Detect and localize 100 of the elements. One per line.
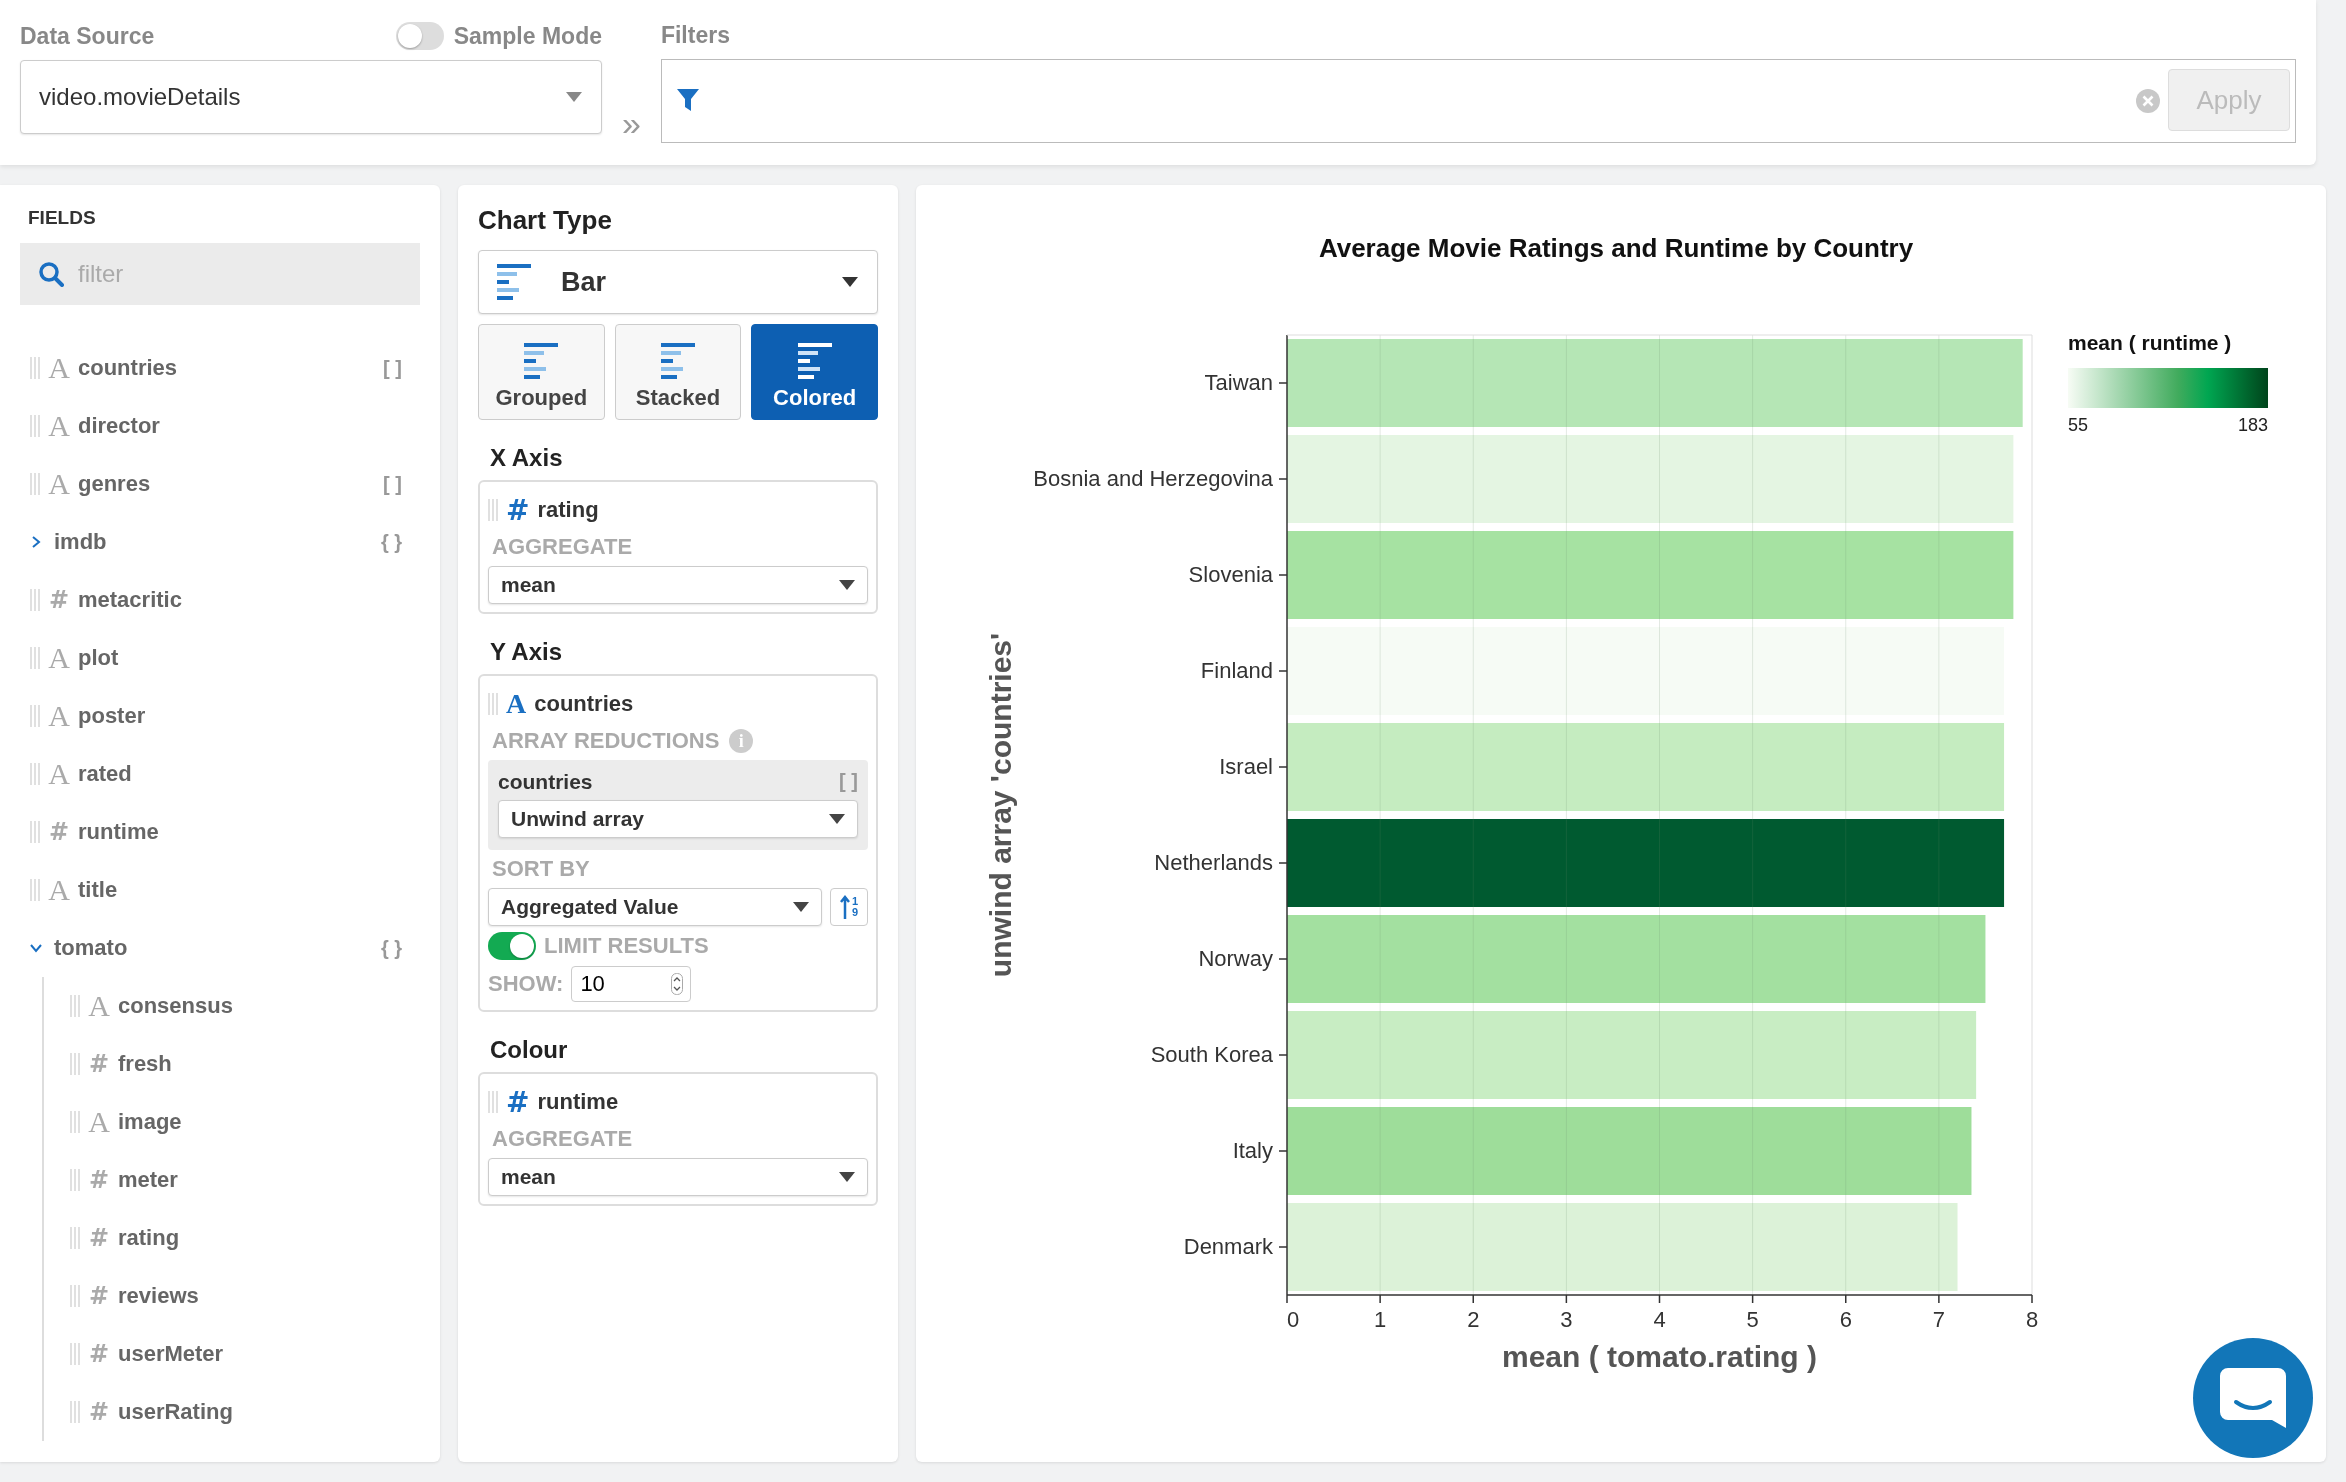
field-item[interactable]: # rating <box>44 1209 420 1267</box>
field-item[interactable]: # meter <box>44 1151 420 1209</box>
aggregate-label: AGGREGATE <box>491 534 634 560</box>
field-item[interactable]: A title <box>20 861 420 919</box>
chart-subtype-button[interactable]: Grouped <box>478 324 605 420</box>
field-item[interactable]: A consensus <box>44 977 420 1035</box>
legend-min: 55 <box>2068 415 2089 435</box>
spinner-icon[interactable] <box>671 973 684 995</box>
data-source-dropdown[interactable]: video.movieDetails <box>20 60 602 134</box>
x-tick-label: 4 <box>1653 1307 1666 1332</box>
fields-title: FIELDS <box>27 207 97 229</box>
grip-icon <box>488 1091 498 1113</box>
grip-icon <box>70 1053 80 1075</box>
y-tick-label: South Korea <box>1150 1042 1273 1067</box>
y-tick-label: Slovenia <box>1188 562 1273 587</box>
limit-results-toggle[interactable] <box>488 932 536 960</box>
field-item[interactable]: A rated <box>20 745 420 803</box>
grip-icon <box>30 705 40 727</box>
grip-icon <box>70 1343 80 1365</box>
search-field[interactable]: filter <box>20 243 420 305</box>
grip-icon <box>488 499 498 521</box>
grip-icon <box>30 763 40 785</box>
dropdown[interactable]: Unwind array <box>498 800 858 838</box>
sample-mode-label: Sample Mode <box>453 22 602 50</box>
grip-icon <box>30 879 40 901</box>
colour-card: # runtime AGGREGATE mean <box>478 1072 878 1206</box>
grip-icon <box>70 1111 80 1133</box>
grip-icon <box>30 821 40 843</box>
dropdown[interactable]: mean <box>488 1158 868 1196</box>
dropdown[interactable]: mean <box>488 566 868 604</box>
bar-chart-icon <box>497 264 531 300</box>
field-group[interactable]: imdb { } <box>20 513 420 571</box>
chart-subtype-button[interactable]: Stacked <box>614 324 742 420</box>
dropdown[interactable]: Aggregated Value <box>488 888 822 926</box>
caret-icon <box>841 277 859 287</box>
sort-by-label: SORT BY <box>491 856 591 882</box>
y-tick-label: Italy <box>1232 1138 1273 1163</box>
legend-title: mean ( runtime ) <box>2068 331 2232 354</box>
data-source-label: Data Source <box>20 22 156 50</box>
field-item[interactable]: # userMeter <box>44 1325 420 1383</box>
x-tick-label: 8 <box>2025 1307 2039 1332</box>
x-tick-label: 3 <box>1560 1307 1573 1332</box>
sort-order-button[interactable]: 1 9 <box>830 888 868 926</box>
y-tick-label: Netherlands <box>1154 850 1273 875</box>
field-item[interactable]: # userRating <box>44 1383 420 1441</box>
y-tick-label: Denmark <box>1183 1234 1273 1259</box>
field-item[interactable]: A image <box>44 1093 420 1151</box>
caret-icon <box>839 1172 855 1182</box>
chevron-icon[interactable] <box>30 535 42 549</box>
x-tick-label: 2 <box>1467 1307 1480 1332</box>
field-group[interactable]: tomato { } <box>20 919 420 977</box>
grip-icon <box>70 995 80 1017</box>
chevron-icon[interactable] <box>29 942 43 954</box>
colour-label: Colour <box>490 1036 569 1064</box>
grip-icon <box>30 647 40 669</box>
y-tick-label: Israel <box>1219 754 1273 779</box>
show-count-field[interactable]: 10 <box>571 966 692 1002</box>
y-tick-label: Taiwan <box>1204 370 1273 395</box>
caret-icon <box>829 814 845 824</box>
y-axis-label: Y Axis <box>490 638 564 666</box>
aggregate-label: AGGREGATE <box>491 1126 634 1152</box>
grip-icon <box>488 693 498 715</box>
grip-icon <box>30 589 40 611</box>
x-tick-label: 7 <box>1932 1307 1945 1332</box>
array-reductions-label: ARRAY REDUCTIONS <box>492 728 720 754</box>
field-item[interactable]: # metacritic <box>20 571 420 629</box>
field-item[interactable]: A director <box>20 397 420 455</box>
field-item[interactable]: # fresh <box>44 1035 420 1093</box>
filters-label: Filters <box>660 22 731 49</box>
y-tick-label: Finland <box>1200 658 1273 683</box>
field-item[interactable]: A plot <box>20 629 420 687</box>
field-item[interactable]: A poster <box>20 687 420 745</box>
chart-subtype-button[interactable]: Colored <box>751 324 878 420</box>
field-item[interactable]: # reviews <box>44 1267 420 1325</box>
field-item[interactable]: A genres [ ] <box>20 455 420 513</box>
field-item[interactable]: # runtime <box>20 803 420 861</box>
y-axis-title: unwind array 'countries' <box>984 632 1017 978</box>
chat-icon <box>2218 1366 2288 1430</box>
field-item[interactable]: A countries [ ] <box>20 339 420 397</box>
chart-type-dropdown[interactable]: Bar <box>478 250 878 314</box>
caret-icon <box>565 92 583 102</box>
grip-icon <box>70 1169 80 1191</box>
grip-icon <box>70 1285 80 1307</box>
grip-icon <box>70 1401 80 1423</box>
x-tick-label: 1 <box>1374 1307 1387 1332</box>
grip-icon <box>30 473 40 495</box>
grip-icon <box>70 1227 80 1249</box>
x-axis-card: # rating AGGREGATE mean <box>478 480 878 614</box>
x-tick-label: 0 <box>1286 1307 1300 1332</box>
filter-icon <box>676 89 699 113</box>
bar-chart-icon <box>524 343 559 379</box>
limit-results-label: LIMIT RESULTS <box>544 933 709 959</box>
grip-icon <box>30 415 40 437</box>
caret-icon <box>793 902 809 912</box>
bar-chart-icon <box>661 343 695 379</box>
x-tick-label: 5 <box>1746 1307 1759 1332</box>
sample-mode-toggle[interactable] <box>395 22 444 50</box>
show-label: SHOW: <box>488 971 564 997</box>
grip-icon <box>30 357 40 379</box>
y-tick-label: Norway <box>1198 946 1273 971</box>
